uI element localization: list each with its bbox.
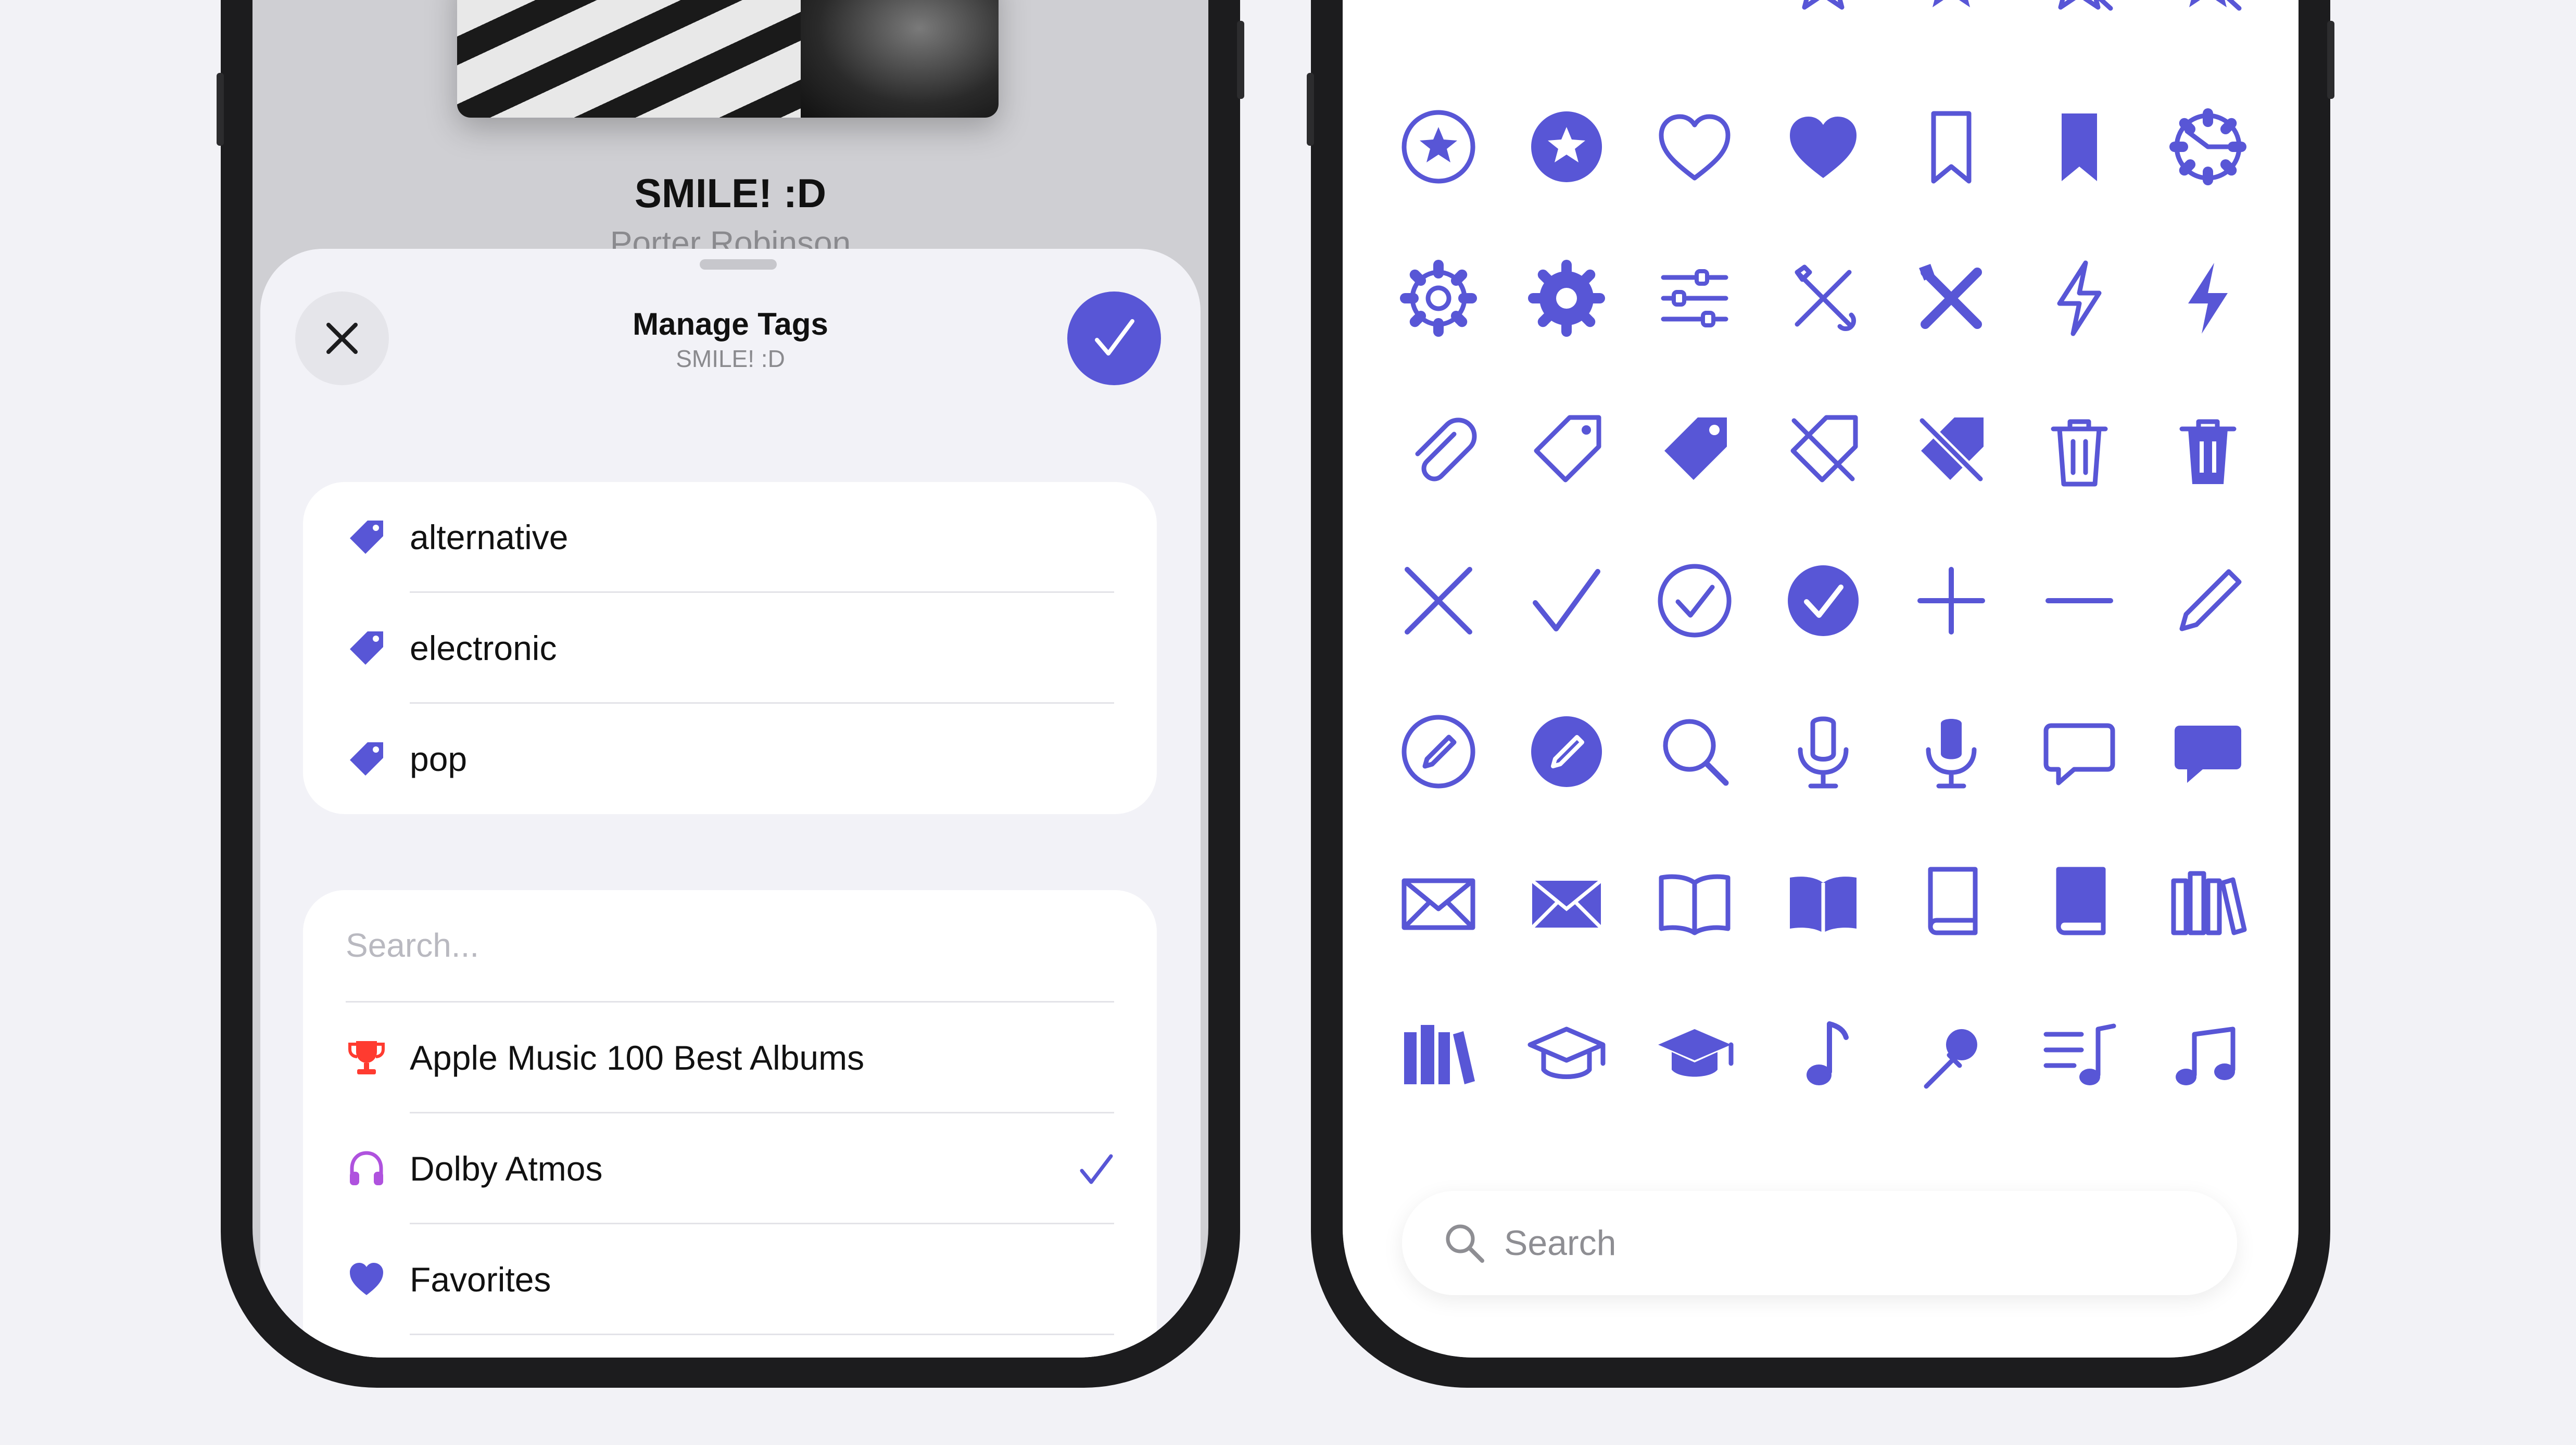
assigned-tag-row[interactable]: electronic bbox=[303, 593, 1157, 704]
music-note-list-icon[interactable] bbox=[2038, 1013, 2121, 1097]
assigned-tags-card: alternative electronic pop bbox=[303, 482, 1157, 814]
gear-badge-icon[interactable] bbox=[2166, 105, 2250, 188]
tag-icon[interactable] bbox=[1525, 408, 1608, 491]
assigned-tag-row[interactable]: pop bbox=[303, 704, 1157, 815]
star-fill-icon[interactable] bbox=[1910, 0, 1993, 50]
book-fill-icon[interactable] bbox=[1782, 862, 1865, 945]
xmark-icon[interactable] bbox=[1397, 559, 1480, 642]
books-fill-icon[interactable] bbox=[1397, 1013, 1480, 1097]
music-note-icon[interactable] bbox=[1782, 1013, 1865, 1097]
tag-search-input[interactable]: Search... bbox=[346, 890, 479, 1001]
message-fill-icon[interactable] bbox=[2166, 710, 2250, 793]
icon-search-bar[interactable]: Search bbox=[1402, 1191, 2237, 1295]
heart-fill-icon[interactable] bbox=[1782, 105, 1865, 188]
song-title: SMILE! :D bbox=[634, 170, 827, 216]
manage-tags-screen: SMILE! :D Porter Robinson Manage Tags SM… bbox=[252, 0, 1208, 1358]
book-closed-fill-icon[interactable] bbox=[2038, 862, 2121, 945]
checkmark-icon[interactable] bbox=[1525, 559, 1608, 642]
music-mic-icon[interactable] bbox=[1910, 1013, 1993, 1097]
checkmark-circle-fill-icon[interactable] bbox=[1782, 559, 1865, 642]
tag-fill-icon bbox=[350, 521, 383, 554]
plus-icon[interactable] bbox=[1910, 559, 1993, 642]
tag-label: alternative bbox=[410, 518, 569, 556]
star-icon[interactable] bbox=[1782, 0, 1865, 50]
star-slash-icon[interactable] bbox=[2038, 0, 2121, 50]
tag-option-label: Favorites bbox=[410, 1260, 551, 1299]
album-artwork bbox=[457, 0, 999, 118]
sheet-title: Manage Tags bbox=[633, 307, 828, 341]
trash-fill-icon[interactable] bbox=[2166, 408, 2250, 491]
heart-fill-icon bbox=[350, 1263, 383, 1295]
tray-fill-icon[interactable] bbox=[1397, 0, 1480, 50]
magnifyingglass-icon bbox=[1446, 1224, 1484, 1263]
sheet-subtitle: SMILE! :D bbox=[676, 345, 785, 372]
trash-icon[interactable] bbox=[2038, 408, 2121, 491]
graduationcap-icon[interactable] bbox=[1525, 1013, 1608, 1097]
tag-slash-icon[interactable] bbox=[1782, 408, 1865, 491]
sheet-grabber[interactable] bbox=[700, 259, 777, 270]
message-icon[interactable] bbox=[2038, 710, 2121, 793]
pencil-circle-icon[interactable] bbox=[1397, 710, 1480, 793]
icon-search-input[interactable]: Search bbox=[1504, 1191, 1616, 1295]
icon-grid bbox=[1343, 0, 2299, 1358]
tag-fill-icon bbox=[350, 631, 383, 665]
heart-icon[interactable] bbox=[1653, 105, 1736, 188]
gear-fill-icon[interactable] bbox=[1525, 257, 1608, 340]
tag-slash-fill-icon[interactable] bbox=[1910, 408, 1993, 491]
magnifyingglass-icon[interactable] bbox=[1653, 710, 1736, 793]
tag-option-label: Dolby Atmos bbox=[410, 1149, 603, 1188]
headphones-icon bbox=[350, 1151, 383, 1185]
star-slash-fill-icon[interactable] bbox=[2166, 0, 2250, 50]
tag-fill-icon bbox=[350, 742, 383, 776]
manage-tags-sheet: Manage Tags SMILE! :D alternative electr… bbox=[260, 249, 1201, 1358]
checkmark-icon bbox=[1095, 319, 1134, 356]
tag-option-row[interactable]: Dolby Atmos bbox=[303, 1113, 1157, 1224]
graduationcap-fill-icon[interactable] bbox=[1653, 1013, 1736, 1097]
tag-label: electronic bbox=[410, 629, 557, 667]
icon-picker-screen: Search bbox=[1343, 0, 2299, 1358]
tag-option-label: Apple Music 100 Best Albums bbox=[410, 1038, 865, 1077]
book-icon[interactable] bbox=[1653, 862, 1736, 945]
tray-2-icon[interactable] bbox=[1653, 0, 1736, 50]
bolt-icon[interactable] bbox=[2038, 257, 2121, 340]
trophy-icon bbox=[348, 1041, 385, 1074]
mic-icon[interactable] bbox=[1782, 710, 1865, 793]
envelope-fill-icon[interactable] bbox=[1525, 862, 1608, 945]
tag-fill-icon[interactable] bbox=[1653, 408, 1736, 491]
checkmark-icon bbox=[1080, 1154, 1113, 1184]
wrench-screwdriver-icon[interactable] bbox=[1782, 257, 1865, 340]
done-button[interactable] bbox=[1067, 291, 1161, 385]
paperclip-icon[interactable] bbox=[1397, 408, 1480, 491]
tag-label: pop bbox=[410, 740, 468, 778]
assigned-tag-row[interactable]: alternative bbox=[303, 482, 1157, 593]
star-circle-icon[interactable] bbox=[1397, 105, 1480, 188]
books-icon[interactable] bbox=[2166, 862, 2250, 945]
bookmark-icon[interactable] bbox=[1910, 105, 1993, 188]
pencil-circle-fill-icon[interactable] bbox=[1525, 710, 1608, 793]
pencil-icon[interactable] bbox=[2166, 559, 2250, 642]
mic-fill-icon[interactable] bbox=[1910, 710, 1993, 793]
book-closed-icon[interactable] bbox=[1910, 862, 1993, 945]
star-circle-fill-icon[interactable] bbox=[1525, 105, 1608, 188]
bolt-fill-icon[interactable] bbox=[2166, 257, 2250, 340]
envelope-icon[interactable] bbox=[1397, 862, 1480, 945]
tag-search-card: Search... Apple Music 100 Best Albums Do… bbox=[303, 890, 1157, 1358]
checkmark-circle-icon[interactable] bbox=[1653, 559, 1736, 642]
sliders-icon[interactable] bbox=[1653, 257, 1736, 340]
tag-option-row[interactable]: Apple Music 100 Best Albums bbox=[303, 1003, 1157, 1113]
gear-icon[interactable] bbox=[1397, 257, 1480, 340]
tray-icon[interactable] bbox=[1525, 0, 1608, 50]
music-notes-icon[interactable] bbox=[2166, 1013, 2250, 1097]
bookmark-fill-icon[interactable] bbox=[2038, 105, 2121, 188]
wrench-screwdriver-fill-icon[interactable] bbox=[1910, 257, 1993, 340]
tag-option-row[interactable]: Favorites bbox=[303, 1224, 1157, 1335]
minus-icon[interactable] bbox=[2038, 559, 2121, 642]
